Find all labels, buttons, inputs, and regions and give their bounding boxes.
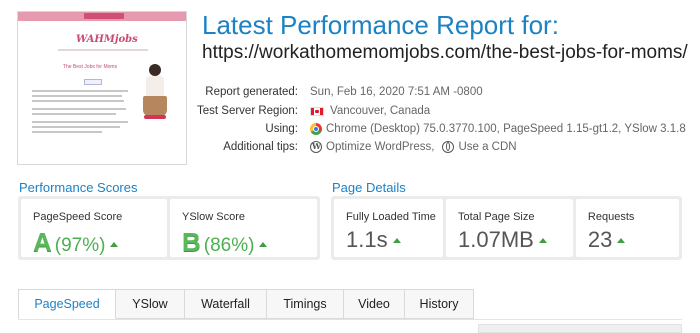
meta-value-wrap: Vancouver, Canada (310, 105, 430, 117)
caret-up-icon (392, 238, 401, 243)
tip-optimize-wordpress-link[interactable]: Optimize WordPress, (326, 141, 434, 153)
thumb-text-line (32, 113, 116, 115)
tab-pagespeed[interactable]: PageSpeed (18, 289, 116, 319)
caret-up-icon (259, 242, 268, 247)
thumb-text-line (32, 95, 122, 97)
meta-additional-tips: Additional tips: W Optimize WordPress, U… (170, 141, 690, 159)
globe-icon (442, 141, 455, 153)
requests-card: Requests 23 (575, 199, 679, 257)
tab-waterfall[interactable]: Waterfall (185, 289, 267, 319)
meta-value: Sun, Feb 16, 2020 7:51 AM -0800 (310, 86, 483, 98)
tab-timings[interactable]: Timings (267, 289, 344, 319)
pagespeed-score-value: A (97%) (33, 227, 119, 258)
total-page-size-value: 1.07MB (458, 227, 534, 252)
meta-label: Test Server Region: (197, 105, 298, 117)
tab-yslow[interactable]: YSlow (116, 289, 185, 319)
yslow-score-label: YSlow Score (182, 211, 245, 223)
meta-report-generated: Report generated: Sun, Feb 16, 2020 7:51… (170, 86, 690, 104)
fully-loaded-time-label: Fully Loaded Time (346, 211, 436, 223)
page-details-panel: Fully Loaded Time 1.1s Total Page Size 1… (331, 196, 682, 260)
meta-using: Using: Chrome (Desktop) 75.0.3770.100, P… (170, 123, 690, 141)
thumb-text-line (32, 131, 102, 133)
fully-loaded-time-value-wrap: 1.1s (346, 227, 401, 253)
pagespeed-percent: (97%) (54, 235, 106, 256)
thumb-topbar (18, 12, 186, 21)
fully-loaded-time-card: Fully Loaded Time 1.1s (334, 199, 444, 257)
meta-value: Chrome (Desktop) 75.0.3770.100, PageSpee… (326, 123, 686, 135)
page-screenshot-thumbnail[interactable]: WAHMjobs The Best Jobs for Moms (17, 11, 187, 165)
thumb-text-line (32, 90, 128, 92)
performance-scores-heading: Performance Scores (19, 180, 138, 195)
thumb-nav (58, 49, 148, 51)
meta-label: Using: (265, 123, 298, 135)
caret-up-icon (538, 238, 547, 243)
meta-value-wrap: W Optimize WordPress, Use a CDN (310, 141, 517, 153)
tabs-divider (18, 319, 682, 320)
meta-test-server-region: Test Server Region: Vancouver, Canada (170, 105, 690, 123)
tab-history[interactable]: History (405, 289, 474, 319)
pagespeed-score-label: PageSpeed Score (33, 211, 123, 223)
total-page-size-card: Total Page Size 1.07MB (446, 199, 573, 257)
report-tabs: PageSpeed YSlow Waterfall Timings Video … (18, 289, 474, 319)
meta-label: Report generated: (205, 86, 298, 98)
requests-value: 23 (587, 227, 613, 252)
wordpress-icon: W (310, 141, 322, 153)
performance-scores-panel: PageSpeed Score A (97%) YSlow Score B (8… (18, 196, 320, 260)
tip-use-cdn-link[interactable]: Use a CDN (458, 141, 516, 153)
caret-up-icon (110, 242, 119, 247)
pagespeed-grade: A (33, 227, 52, 257)
pagespeed-score-card[interactable]: PageSpeed Score A (97%) (21, 199, 167, 257)
thumb-brand-logo: WAHMjobs (76, 34, 138, 45)
thumb-post-title: The Best Jobs for Moms (62, 64, 118, 70)
meta-label: Additional tips: (223, 141, 298, 153)
total-page-size-value-wrap: 1.07MB (458, 227, 547, 253)
caret-up-icon (617, 238, 626, 243)
meta-value: Vancouver, Canada (330, 105, 431, 117)
chrome-icon (310, 123, 322, 135)
meta-value-wrap: Chrome (Desktop) 75.0.3770.100, PageSpee… (310, 123, 686, 135)
total-page-size-label: Total Page Size (458, 211, 535, 223)
yslow-grade: B (182, 227, 201, 257)
page-details-heading: Page Details (332, 180, 406, 195)
yslow-score-value: B (86%) (182, 227, 268, 258)
thumb-text-line (32, 121, 128, 123)
thumb-text-line (32, 108, 126, 110)
requests-label: Requests (587, 211, 635, 223)
thumb-button (84, 79, 102, 85)
content-box-edge (478, 324, 682, 333)
thumb-person-image (140, 64, 170, 124)
report-title: Latest Performance Report for: (202, 10, 559, 40)
yslow-percent: (86%) (203, 235, 255, 256)
yslow-score-card[interactable]: YSlow Score B (86%) (170, 199, 317, 257)
tab-video[interactable]: Video (344, 289, 405, 319)
requests-value-wrap: 23 (587, 227, 626, 253)
thumb-text-line (32, 126, 120, 128)
report-url[interactable]: https://workathomemomjobs.com/the-best-j… (202, 42, 688, 64)
canada-flag-icon (310, 106, 324, 116)
thumb-text-line (32, 100, 124, 102)
fully-loaded-time-value: 1.1s (346, 227, 388, 252)
